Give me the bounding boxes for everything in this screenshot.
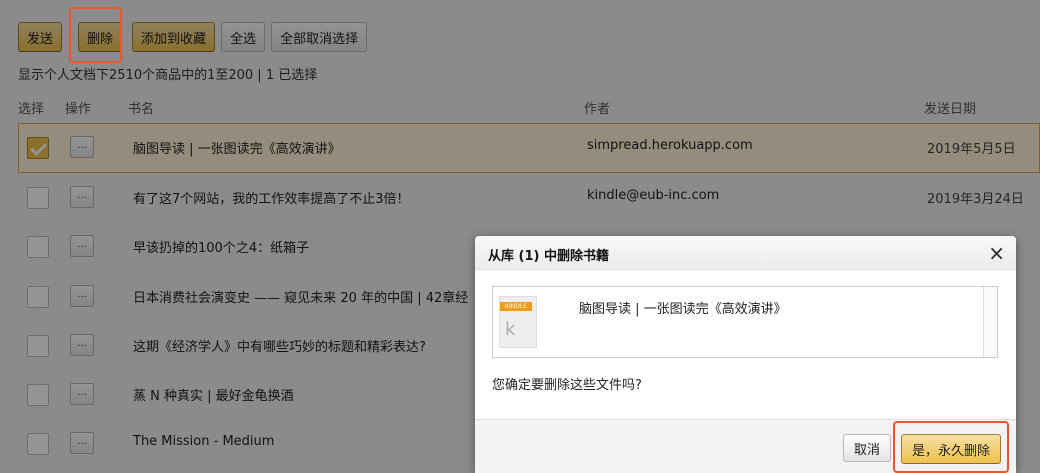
- permanent-delete-button[interactable]: 是，永久删除: [901, 434, 1002, 464]
- dialog-item-title: 脑图导读 | 一张图读完《高效演讲》: [579, 302, 787, 317]
- kindle-badge: KINDLE: [500, 302, 532, 311]
- dialog-header: 从库 (1) 中删除书籍 ×: [475, 236, 1016, 270]
- kindle-logo-icon: k: [505, 319, 516, 340]
- dialog-question: 您确定要删除这些文件吗?: [492, 378, 642, 393]
- dialog-list-scrollbar[interactable]: [983, 287, 997, 357]
- book-cover-thumbnail: KINDLE k: [499, 296, 537, 348]
- close-icon[interactable]: ×: [988, 241, 1005, 265]
- delete-dialog: 从库 (1) 中删除书籍 × KINDLE k 脑图导读 | 一张图读完《高效演…: [475, 236, 1016, 473]
- dialog-title: 从库 (1) 中删除书籍: [488, 249, 609, 264]
- dialog-footer: 取消 是，永久删除: [475, 419, 1016, 473]
- cancel-button[interactable]: 取消: [843, 434, 892, 462]
- dialog-item-list: KINDLE k 脑图导读 | 一张图读完《高效演讲》: [492, 286, 998, 358]
